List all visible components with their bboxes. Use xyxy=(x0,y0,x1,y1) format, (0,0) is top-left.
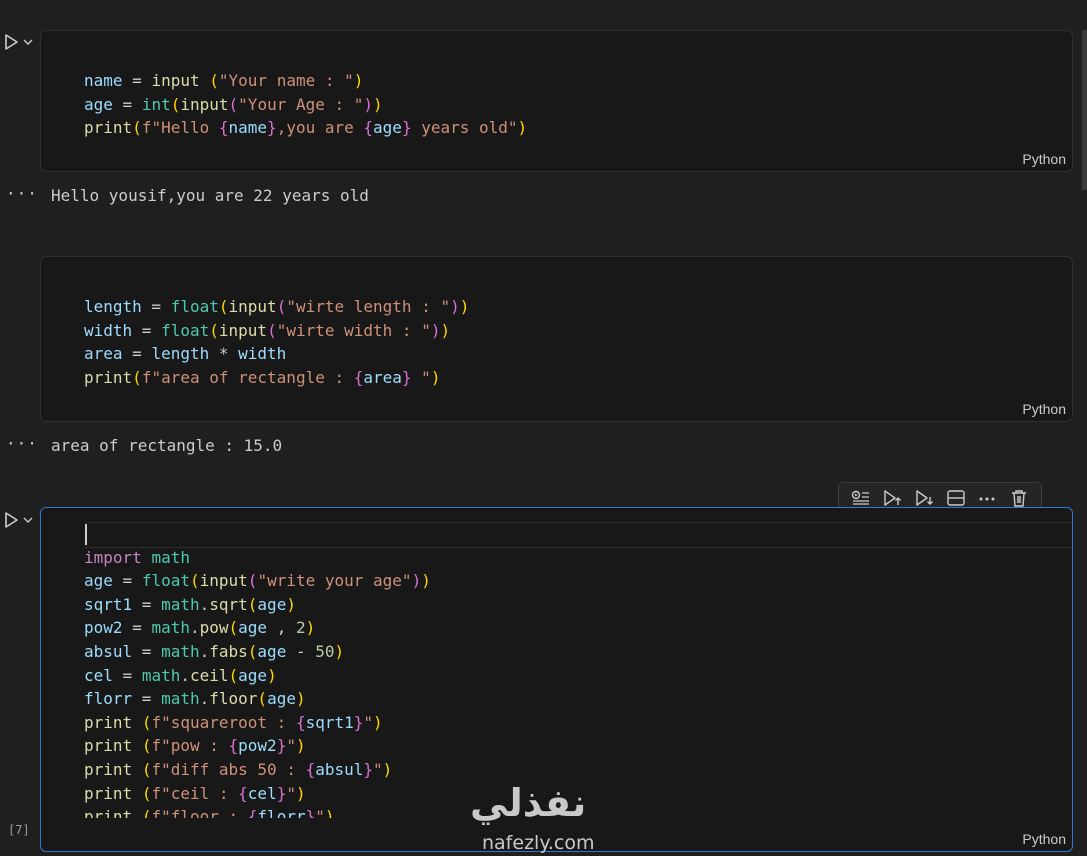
code-line: name = input ("Your name : ") xyxy=(84,71,364,90)
watermark-url: nafezly.com xyxy=(482,832,595,854)
code-line: print (f"ceil : {cel}") xyxy=(84,783,306,803)
code-line: print (f"floor : {florr}") xyxy=(84,807,335,818)
split-cell-icon xyxy=(947,490,965,506)
code-editor[interactable]: import math age = float(input("write you… xyxy=(84,522,431,818)
execute-above-icon xyxy=(851,490,869,505)
code-editor[interactable]: name = input ("Your name : ") age = int(… xyxy=(84,69,527,140)
play-icon xyxy=(5,34,18,50)
code-line: florr = math.floor(age) xyxy=(84,689,306,709)
code-editor[interactable]: length = float(input("wirte length : "))… xyxy=(84,295,469,389)
code-line: pow2 = math.pow(age , 2) xyxy=(84,618,316,638)
output-menu-button[interactable]: ··· xyxy=(6,184,38,203)
code-line: print(f"Hello {name},you are {age} years… xyxy=(84,118,528,138)
run-cell-button[interactable] xyxy=(2,31,36,53)
code-line: age = float(input("write your age")) xyxy=(84,571,431,591)
run-below-icon xyxy=(916,490,934,506)
chevron-down-icon xyxy=(23,39,33,45)
code-line: print (f"pow : {pow2}") xyxy=(84,736,306,756)
cell-output: Hello yousif,you are 22 years old xyxy=(51,186,369,205)
language-label[interactable]: Python xyxy=(1022,831,1066,847)
code-line: sqrt1 = math.sqrt(age) xyxy=(84,594,296,614)
more-icon xyxy=(979,497,995,501)
output-menu-button[interactable]: ··· xyxy=(6,434,38,453)
code-cell-2[interactable]: length = float(input("wirte length : "))… xyxy=(40,256,1073,422)
run-cell-button[interactable] xyxy=(2,509,36,531)
language-label[interactable]: Python xyxy=(1022,151,1066,167)
watermark-logo: نفذلي xyxy=(470,781,587,825)
cell-output: area of rectangle : 15.0 xyxy=(51,436,283,455)
code-line: width = float(input("wirte width : ")) xyxy=(84,320,451,340)
code-line: age = int(input("Your Age : ")) xyxy=(84,94,383,114)
code-line: area = length * width xyxy=(84,344,287,364)
vertical-scrollbar[interactable] xyxy=(1082,30,1087,190)
code-line: print (f"diff abs 50 : {absul}") xyxy=(84,759,393,779)
code-line: length = float(input("wirte length : ")) xyxy=(84,297,470,316)
language-label[interactable]: Python xyxy=(1022,401,1066,417)
code-line: absul = math.fabs(age - 50) xyxy=(84,641,345,661)
play-icon xyxy=(5,512,18,528)
code-cell-1[interactable]: name = input ("Your name : ") age = int(… xyxy=(40,30,1073,172)
chevron-down-icon xyxy=(23,517,33,523)
code-line: print(f"area of rectangle : {area} ") xyxy=(84,367,441,387)
code-line: print (f"squareroot : {sqrt1}") xyxy=(84,712,383,732)
code-line: cel = math.ceil(age) xyxy=(84,665,277,685)
run-above-icon xyxy=(884,490,902,506)
code-line: import math xyxy=(84,547,190,567)
execution-count: [7] xyxy=(8,823,30,837)
trash-icon xyxy=(1012,490,1027,507)
